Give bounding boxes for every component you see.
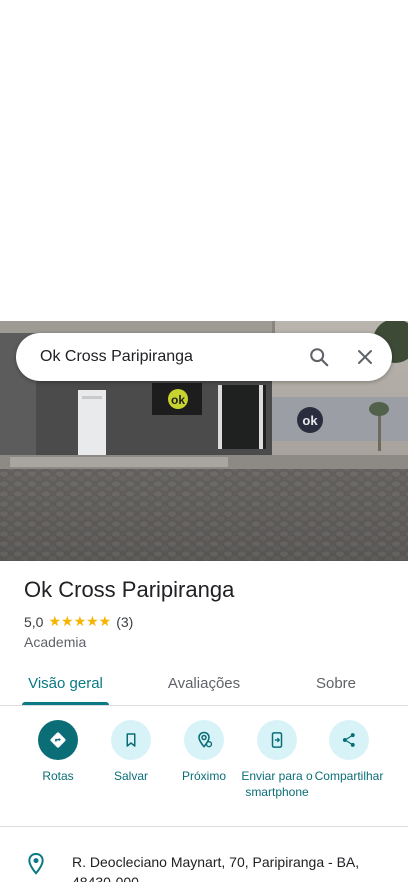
save-label: Salvar [113, 769, 148, 783]
rating-row[interactable]: 5,0 ★★★★★ (3) [24, 613, 133, 630]
place-tabs: Visão geral Avaliações Sobre [0, 664, 408, 705]
tabs-divider [0, 705, 408, 706]
action-buttons: Rotas Salvar Próximo Enviar para o smart… [0, 720, 408, 820]
bookmark-icon [126, 733, 136, 747]
search-button[interactable] [299, 337, 339, 377]
directions-button[interactable]: Rotas [20, 720, 96, 784]
search-bar[interactable]: Ok Cross Paripiranga [16, 333, 392, 381]
svg-text:ok: ok [302, 413, 318, 428]
tab-about[interactable]: Sobre [300, 664, 372, 702]
send-to-phone-label: Enviar para o smartphone [241, 769, 313, 799]
share-circle[interactable] [329, 720, 369, 760]
share-icon [342, 733, 355, 747]
search-query[interactable]: Ok Cross Paripiranga [40, 348, 299, 366]
clear-search-button[interactable] [345, 337, 385, 377]
nearby-label: Próximo [181, 769, 226, 783]
location-pin-icon [26, 852, 46, 881]
send-to-phone-button[interactable]: Enviar para o smartphone [239, 720, 315, 800]
review-count: (3) [116, 613, 134, 630]
place-name: Ok Cross Paripiranga [24, 577, 235, 602]
tab-reviews[interactable]: Avaliações [150, 664, 258, 702]
photo-sign-text: ok [171, 393, 185, 407]
address-text: R. Deocleciano Maynart, 70, Paripiranga … [72, 854, 360, 882]
send-to-phone-icon [271, 732, 283, 748]
place-category[interactable]: Academia [24, 634, 86, 650]
share-button[interactable]: Compartilhar [311, 720, 387, 784]
nearby-button[interactable]: Próximo [166, 720, 242, 784]
tab-overview[interactable]: Visão geral [22, 664, 109, 702]
search-icon [310, 348, 329, 367]
rating-stars: ★★★★★ [48, 613, 112, 629]
directions-label: Rotas [42, 769, 74, 783]
rating-value: 5,0 [24, 613, 44, 630]
address-row[interactable]: R. Deocleciano Maynart, 70, Paripiranga … [0, 848, 408, 882]
directions-icon [50, 732, 66, 748]
save-circle[interactable] [111, 720, 151, 760]
nearby-circle[interactable] [184, 720, 224, 760]
map-area-blank [0, 0, 408, 321]
close-icon [358, 350, 372, 364]
section-divider [0, 826, 408, 827]
share-label: Compartilhar [314, 769, 384, 783]
save-button[interactable]: Salvar [93, 720, 169, 784]
send-to-phone-circle[interactable] [257, 720, 297, 760]
directions-circle[interactable] [38, 720, 78, 760]
nearby-icon [198, 731, 213, 748]
